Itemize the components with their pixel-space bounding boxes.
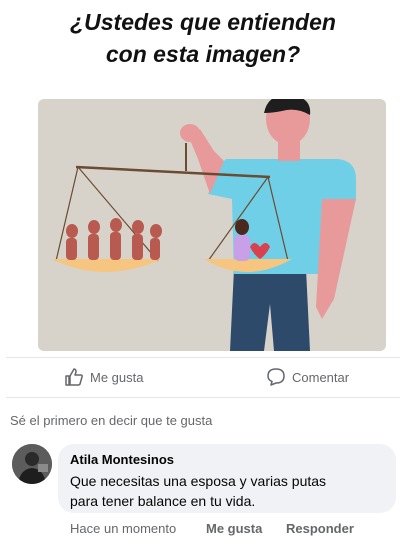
post-title-line-1: ¿Ustedes que entienden: [70, 9, 336, 35]
man-neck: [278, 141, 300, 161]
comment-button[interactable]: Comentar: [266, 367, 349, 387]
speech-bubble-icon: [267, 368, 285, 386]
post-title: ¿Ustedes que entienden con esta imagen?: [0, 6, 406, 70]
comment-bubble: Atila Montesinos Que necesitas una espos…: [58, 444, 396, 513]
likes-summary: Sé el primero en decir que te gusta: [10, 413, 213, 428]
divider-top: [6, 357, 400, 358]
post-image[interactable]: [38, 99, 386, 351]
like-button[interactable]: Me gusta: [64, 367, 143, 387]
post-title-line-2: con esta imagen?: [105, 41, 301, 67]
comment-author[interactable]: Atila Montesinos: [70, 452, 174, 467]
comment-like-button[interactable]: Me gusta: [206, 521, 262, 536]
comment-text-line-2: para tener balance en tu vida.: [70, 493, 256, 509]
avatar[interactable]: [12, 444, 52, 484]
divider-bottom: [6, 397, 400, 398]
comment-label: Comentar: [292, 369, 350, 385]
comment-text: Que necesitas una esposa y varias putas …: [70, 471, 390, 511]
thumbs-up-icon: [65, 368, 83, 386]
avatar-image: [12, 444, 52, 484]
comment-text-line-1: Que necesitas una esposa y varias putas: [70, 473, 327, 489]
like-label: Me gusta: [90, 369, 144, 385]
man-fist: [180, 124, 200, 142]
comment-reply-button[interactable]: Responder: [286, 521, 354, 536]
comment-time[interactable]: Hace un momento: [70, 521, 176, 536]
balance-scale-illustration: [38, 99, 386, 351]
